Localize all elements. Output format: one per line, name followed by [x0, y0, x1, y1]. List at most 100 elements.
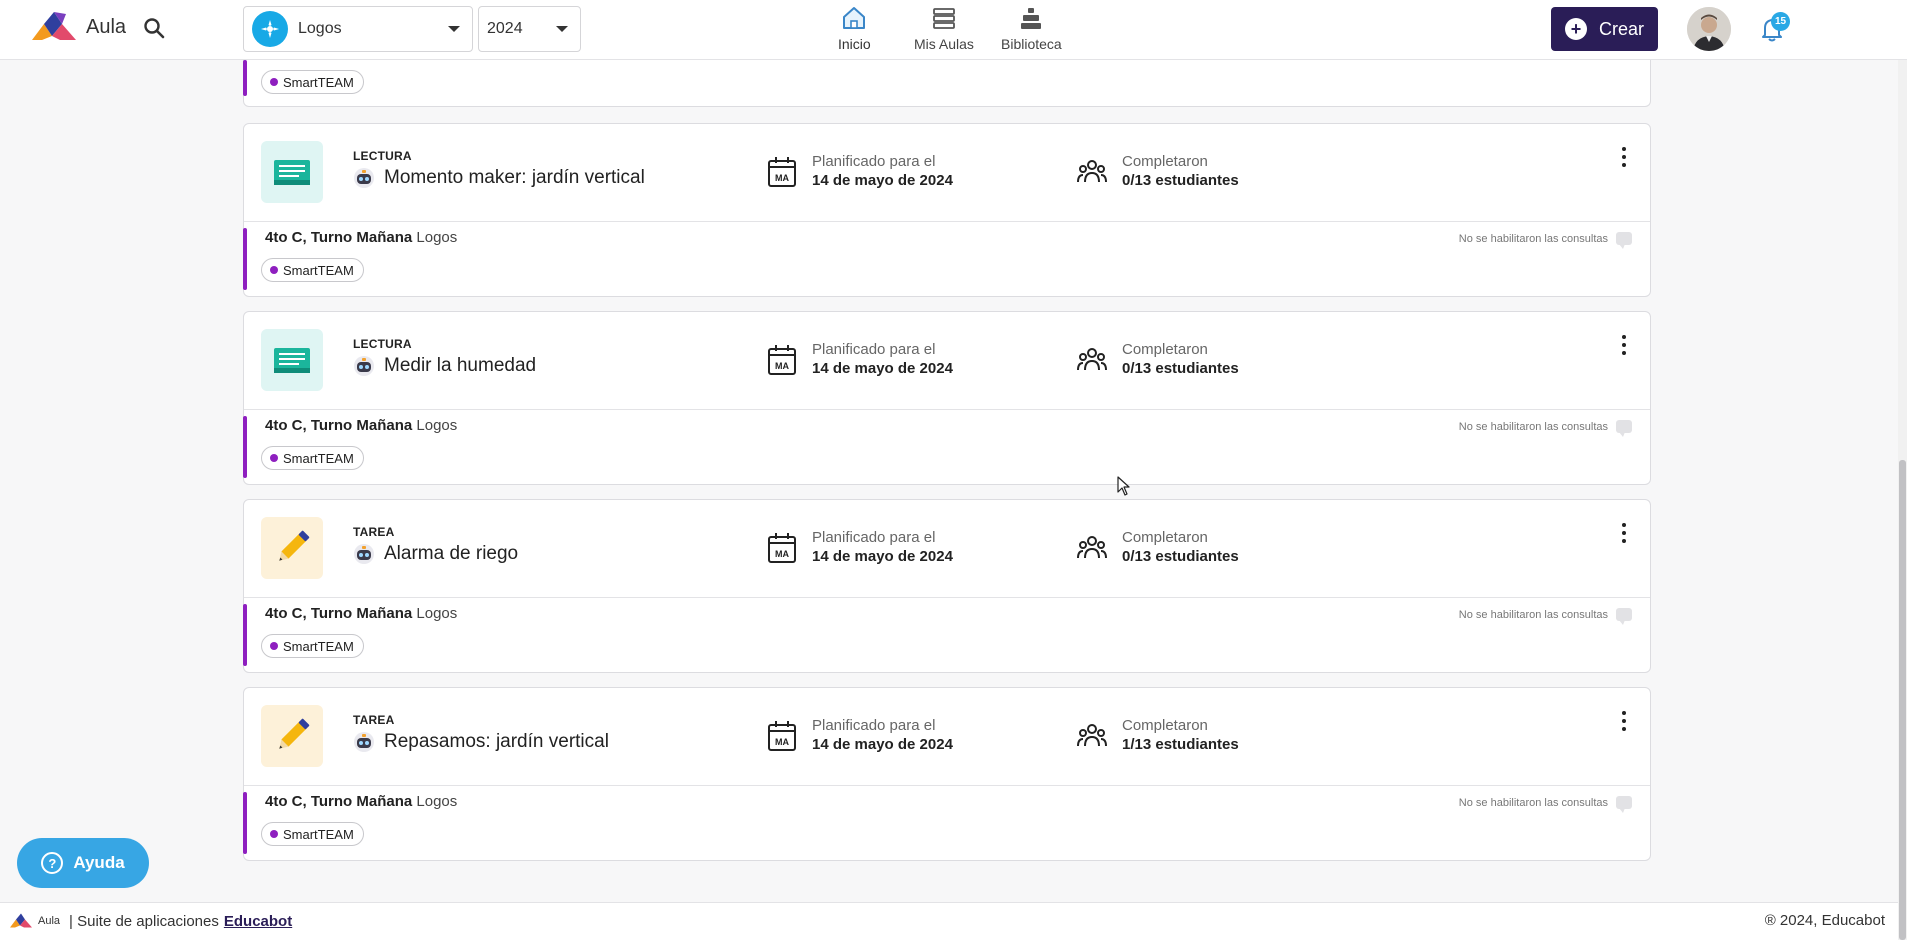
more-options-icon[interactable] [1614, 521, 1634, 545]
tag-dot [270, 454, 278, 462]
library-icon [1021, 8, 1042, 29]
students-icon [1077, 348, 1107, 371]
card-accent-bar [243, 60, 247, 96]
year-select-value: 2024 [487, 20, 523, 37]
footer-left: Aula | Suite de aplicaciones Educabot [9, 912, 292, 930]
footer-app-name: Aula [38, 915, 61, 927]
scheduled-label: Planificado para el [812, 529, 936, 546]
card-header: TAREA Alarma de riego MA Planificado par… [244, 500, 1650, 598]
chat-bubble-icon [1616, 420, 1632, 437]
year-select[interactable]: 2024 [478, 6, 581, 52]
tag-chip: SmartTEAM [261, 258, 364, 282]
app-logo[interactable]: Aula [30, 10, 126, 44]
activity-type: TAREA [353, 713, 395, 727]
chat-bubble-icon [1616, 608, 1632, 625]
tag-dot [270, 266, 278, 274]
chevron-down-icon [556, 26, 568, 32]
activity-title-row[interactable]: Momento maker: jardín vertical [353, 167, 645, 189]
completed-count: 0/13 estudiantes [1122, 172, 1239, 189]
card-accent-bar [243, 416, 247, 478]
activity-title: Momento maker: jardín vertical [384, 167, 645, 188]
robot-icon [354, 544, 374, 564]
completed-count: 1/13 estudiantes [1122, 736, 1239, 753]
plus-icon: + [1564, 18, 1587, 40]
nav-mis-aulas[interactable]: Mis Aulas [914, 4, 974, 52]
svg-text:MA: MA [775, 737, 789, 747]
completed-label: Completaron [1122, 717, 1208, 734]
activity-title-row[interactable]: Repasamos: jardín vertical [353, 731, 609, 753]
nav-inicio-label: Inicio [838, 36, 871, 52]
card-footer: 4to C, Turno Mañana Logos SmartTEAM No s… [243, 222, 1650, 296]
nav-mis-aulas-label: Mis Aulas [914, 36, 974, 52]
more-options-icon[interactable] [1614, 333, 1634, 357]
scheduled-label: Planificado para el [812, 717, 936, 734]
class-name: 4to C, Turno Mañana [265, 229, 413, 246]
robot-icon [354, 356, 374, 376]
activity-card[interactable]: TAREA Repasamos: jardín vertical MA Plan… [243, 687, 1651, 861]
nav-biblioteca[interactable]: Biblioteca [1001, 4, 1062, 52]
calendar-icon: MA [768, 533, 796, 563]
more-options-icon[interactable] [1614, 145, 1634, 169]
tag-dot [270, 78, 278, 86]
help-button-label: Ayuda [73, 853, 125, 872]
tag-label: SmartTEAM [283, 74, 354, 90]
create-button[interactable]: + Crear [1551, 7, 1658, 51]
activity-title-row[interactable]: Medir la humedad [353, 355, 536, 377]
user-avatar[interactable] [1687, 7, 1731, 51]
user-photo-icon [1687, 7, 1731, 51]
app-name: Aula [86, 15, 127, 38]
tag-label: SmartTEAM [283, 638, 354, 654]
activity-card[interactable]: LECTURA Medir la humedad MA Planificado … [243, 311, 1651, 485]
class-info: 4to C, Turno Mañana Logos [265, 229, 457, 246]
school-select[interactable]: Logos [243, 6, 473, 52]
card-accent-bar [243, 792, 247, 854]
consult-note: No se habilitaron las consultas [1458, 796, 1608, 809]
calendar-icon: MA [768, 157, 796, 187]
school-select-value: Logos [298, 20, 342, 37]
students-icon [1077, 160, 1107, 183]
activity-title-row[interactable]: Alarma de riego [353, 543, 518, 565]
robot-icon [354, 168, 374, 188]
calendar-icon: MA [768, 721, 796, 751]
calendar-icon: MA [768, 345, 796, 375]
consult-note: No se habilitaron las consultas [1458, 420, 1608, 433]
consult-status: No se habilitaron las consultas [1459, 608, 1632, 625]
scheduled-date: 14 de mayo de 2024 [812, 736, 953, 753]
card-header: TAREA Repasamos: jardín vertical MA Plan… [244, 688, 1650, 786]
svg-text:MA: MA [775, 549, 789, 559]
scheduled-date: 14 de mayo de 2024 [812, 548, 953, 565]
activity-card-partial: SmartTEAM [243, 58, 1651, 107]
search-icon[interactable] [143, 17, 165, 39]
aula-logo-small-icon [10, 913, 32, 928]
students-icon [1077, 536, 1107, 559]
chat-bubble-icon [1616, 232, 1632, 249]
activity-title: Alarma de riego [384, 543, 519, 564]
completed-label: Completaron [1122, 341, 1208, 358]
class-info: 4to C, Turno Mañana Logos [265, 605, 457, 622]
completed-label: Completaron [1122, 153, 1208, 170]
footer-copyright: ® 2024, Educabot [1764, 912, 1885, 929]
classrooms-icon [933, 8, 955, 29]
activity-card[interactable]: TAREA Alarma de riego MA Planificado par… [243, 499, 1651, 673]
tag-chip: SmartTEAM [261, 634, 364, 658]
notification-badge: 15 [1771, 12, 1790, 31]
activity-type: LECTURA [353, 149, 412, 163]
class-name: 4to C, Turno Mañana [265, 417, 413, 434]
help-button[interactable]: ? Ayuda [17, 838, 149, 888]
tag-label: SmartTEAM [283, 262, 354, 278]
completed-count: 0/13 estudiantes [1122, 360, 1239, 377]
robot-icon [354, 732, 374, 752]
book-icon [261, 329, 323, 391]
tag-label: SmartTEAM [283, 450, 354, 466]
more-options-icon[interactable] [1614, 709, 1634, 733]
students-icon [1077, 724, 1107, 747]
activity-card[interactable]: LECTURA Momento maker: jardín vertical M… [243, 123, 1651, 297]
tag-dot [270, 830, 278, 838]
consult-status: No se habilitaron las consultas [1458, 420, 1632, 437]
completed-count: 0/13 estudiantes [1122, 548, 1239, 565]
footer-suite-text: | Suite de aplicaciones [69, 912, 219, 930]
nav-inicio[interactable]: Inicio [838, 4, 871, 52]
school-name: Logos [416, 793, 458, 810]
footer-brand-link[interactable]: Educabot [224, 913, 292, 930]
scrollbar-thumb[interactable] [1899, 460, 1906, 940]
